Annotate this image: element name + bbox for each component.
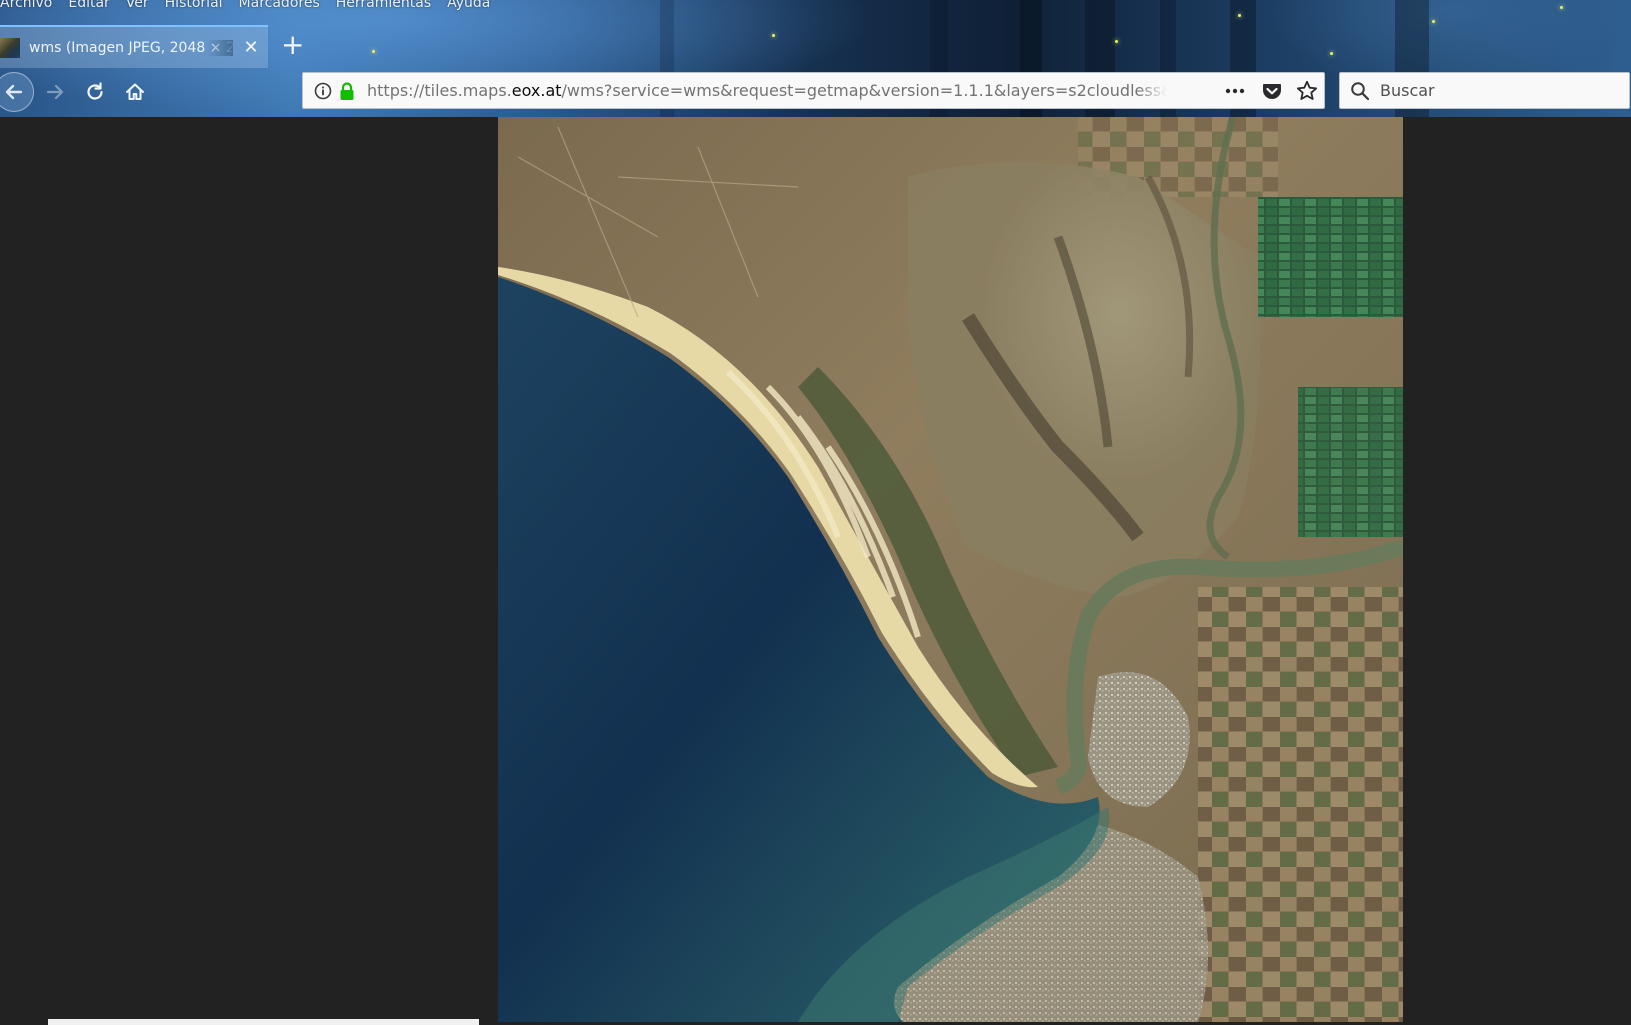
url-host: eox.at — [511, 81, 562, 100]
lock-icon[interactable] — [339, 81, 355, 101]
page-actions-icon[interactable] — [1224, 81, 1246, 101]
menu-ver[interactable]: Ver — [118, 0, 157, 14]
satellite-thumbnail-icon — [0, 37, 20, 58]
tab-active[interactable]: wms (Imagen JPEG, 2048 × 2048 píxeles) ✕ — [0, 25, 268, 68]
search-bar[interactable] — [1339, 72, 1630, 109]
theme-firefly — [1560, 6, 1563, 9]
theme-firefly — [772, 34, 775, 37]
image-viewer — [0, 117, 1631, 1025]
menu-bar: Archivo Editar Ver Historial Marcadores … — [0, 0, 498, 14]
reload-icon — [87, 82, 103, 100]
menu-editar[interactable]: Editar — [60, 0, 117, 14]
url-text[interactable]: https://tiles.maps.eox.at/wms?service=wm… — [367, 81, 1167, 100]
home-button[interactable] — [122, 79, 148, 105]
address-bar[interactable]: https://tiles.maps.eox.at/wms?service=wm… — [302, 72, 1325, 109]
reload-button[interactable] — [82, 79, 108, 105]
url-prefix: https://tiles.maps. — [367, 81, 512, 100]
theme-firefly — [1432, 20, 1435, 23]
menu-ayuda[interactable]: Ayuda — [439, 0, 498, 14]
bookmark-star-icon[interactable] — [1295, 79, 1319, 103]
menu-herramientas[interactable]: Herramientas — [328, 0, 439, 14]
back-button[interactable] — [0, 72, 34, 112]
close-icon[interactable]: ✕ — [243, 37, 259, 58]
theme-firefly — [1115, 40, 1118, 43]
search-icon — [1351, 81, 1370, 100]
forward-button[interactable] — [42, 79, 68, 105]
url-path: /wms?service=wms&request=getmap&version=… — [561, 81, 1167, 100]
irrigated-fields — [1258, 197, 1403, 317]
browser-chrome: Archivo Editar Ver Historial Marcadores … — [0, 0, 1631, 117]
satellite-image[interactable] — [498, 117, 1403, 1022]
theme-firefly — [1238, 14, 1241, 17]
tab-title: wms (Imagen JPEG, 2048 × 2048 píxeles) — [29, 39, 233, 56]
navigation-toolbar: https://tiles.maps.eox.at/wms?service=wm… — [0, 68, 1631, 117]
new-tab-button[interactable]: + — [281, 30, 304, 60]
search-input[interactable] — [1380, 81, 1620, 100]
menu-archivo[interactable]: Archivo — [0, 0, 60, 14]
pocket-icon[interactable] — [1261, 80, 1283, 102]
menu-marcadores[interactable]: Marcadores — [231, 0, 328, 14]
irrigated-fields — [1298, 387, 1403, 537]
home-icon — [126, 83, 144, 100]
farmland — [1198, 587, 1403, 1022]
menu-historial[interactable]: Historial — [157, 0, 231, 14]
forward-arrow-icon — [46, 84, 64, 100]
status-strip — [48, 1019, 479, 1025]
theme-firefly — [1330, 52, 1333, 55]
theme-firefly — [372, 50, 375, 53]
info-icon[interactable] — [313, 81, 333, 101]
back-arrow-icon — [5, 84, 23, 100]
